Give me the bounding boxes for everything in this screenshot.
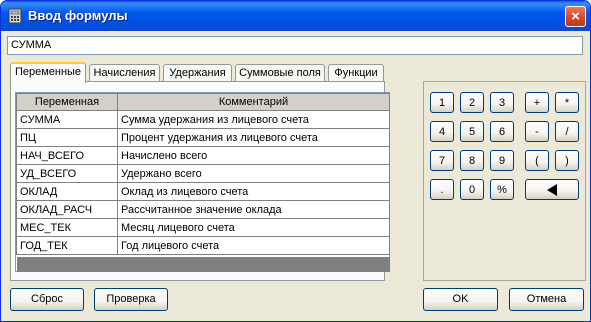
variable-cell[interactable]: ГОД_ТЕК (16, 236, 118, 255)
backspace-button[interactable] (525, 179, 579, 200)
grid-empty-area (17, 257, 390, 272)
comment-cell[interactable]: Год лицевого счета (117, 236, 390, 255)
column-header-variable[interactable]: Переменная (16, 93, 118, 111)
calculator-icon (8, 8, 22, 24)
key-1[interactable]: 1 (430, 92, 454, 113)
comment-cell[interactable]: Рассчитанное значение оклада (117, 200, 390, 219)
key-percent[interactable]: % (490, 179, 514, 200)
variable-cell[interactable]: ПЦ (16, 128, 118, 147)
table-row[interactable]: СУММА Сумма удержания из лицевого счета (16, 110, 390, 129)
tab-variables[interactable]: Переменные (10, 62, 86, 83)
grid-frame: Переменная Комментарий СУММА Сумма удерж… (15, 92, 390, 272)
tab-deductions[interactable]: Удержания (163, 64, 232, 82)
key-2[interactable]: 2 (460, 92, 484, 113)
variable-cell[interactable]: НАЧ_ВСЕГО (16, 146, 118, 165)
comment-cell[interactable]: Месяц лицевого счета (117, 218, 390, 237)
cancel-button[interactable]: Отмена (509, 288, 584, 311)
tab-accruals[interactable]: Начисления (89, 64, 160, 82)
comment-cell[interactable]: Процент удержания из лицевого счета (117, 128, 390, 147)
calculator-panel: 1 2 3 + * 4 5 6 - / 7 8 9 ( ) . 0 % (423, 81, 586, 281)
window-title: Ввод формулы (28, 8, 128, 23)
table-row[interactable]: УД_ВСЕГО Удержано всего (16, 164, 390, 183)
formula-dialog: Ввод формулы × СУММА Переменные Начислен… (0, 0, 591, 322)
key-divide[interactable]: / (555, 121, 579, 142)
key-multiply[interactable]: * (555, 92, 579, 113)
table-row[interactable]: МЕС_ТЕК Месяц лицевого счета (16, 218, 390, 237)
variable-cell[interactable]: ОКЛАД_РАСЧ (16, 200, 118, 219)
title-bar: Ввод формулы × (1, 1, 590, 31)
table-row[interactable]: ГОД_ТЕК Год лицевого счета (16, 236, 390, 255)
key-decimal[interactable]: . (430, 179, 454, 200)
tab-sum-fields[interactable]: Суммовые поля (235, 64, 325, 82)
key-3[interactable]: 3 (490, 92, 514, 113)
table-row[interactable]: ОКЛАД Оклад из лицевого счета (16, 182, 390, 201)
key-9[interactable]: 9 (490, 150, 514, 171)
key-open-paren[interactable]: ( (525, 150, 549, 171)
key-6[interactable]: 6 (490, 121, 514, 142)
table-row[interactable]: НАЧ_ВСЕГО Начислено всего (16, 146, 390, 165)
key-8[interactable]: 8 (460, 150, 484, 171)
key-plus[interactable]: + (525, 92, 549, 113)
key-4[interactable]: 4 (430, 121, 454, 142)
ok-button[interactable]: OK (423, 288, 498, 311)
variable-cell[interactable]: МЕС_ТЕК (16, 218, 118, 237)
check-button[interactable]: Проверка (94, 288, 168, 311)
close-button[interactable]: × (565, 6, 586, 27)
reset-button[interactable]: Сброс (10, 288, 84, 311)
header-row: Переменная Комментарий (16, 93, 390, 111)
variable-cell[interactable]: УД_ВСЕГО (16, 164, 118, 183)
key-minus[interactable]: - (525, 121, 549, 142)
comment-cell[interactable]: Оклад из лицевого счета (117, 182, 390, 201)
key-close-paren[interactable]: ) (555, 150, 579, 171)
table-row[interactable]: ОКЛАД_РАСЧ Рассчитанное значение оклада (16, 200, 390, 219)
formula-input[interactable]: СУММА (7, 36, 583, 55)
key-7[interactable]: 7 (430, 150, 454, 171)
comment-cell[interactable]: Удержано всего (117, 164, 390, 183)
column-header-comment[interactable]: Комментарий (117, 93, 390, 111)
backspace-arrow-icon (547, 183, 557, 196)
close-icon: × (571, 8, 580, 25)
comment-cell[interactable]: Начислено всего (117, 146, 390, 165)
variable-cell[interactable]: ОКЛАД (16, 182, 118, 201)
tab-functions[interactable]: Функции (328, 64, 384, 82)
variables-table: Переменная Комментарий СУММА Сумма удерж… (16, 93, 390, 255)
variables-grid: Переменная Комментарий СУММА Сумма удерж… (15, 92, 390, 272)
key-0[interactable]: 0 (460, 179, 484, 200)
table-row[interactable]: ПЦ Процент удержания из лицевого счета (16, 128, 390, 147)
key-5[interactable]: 5 (460, 121, 484, 142)
variable-cell[interactable]: СУММА (16, 110, 118, 129)
comment-cell[interactable]: Сумма удержания из лицевого счета (117, 110, 390, 129)
